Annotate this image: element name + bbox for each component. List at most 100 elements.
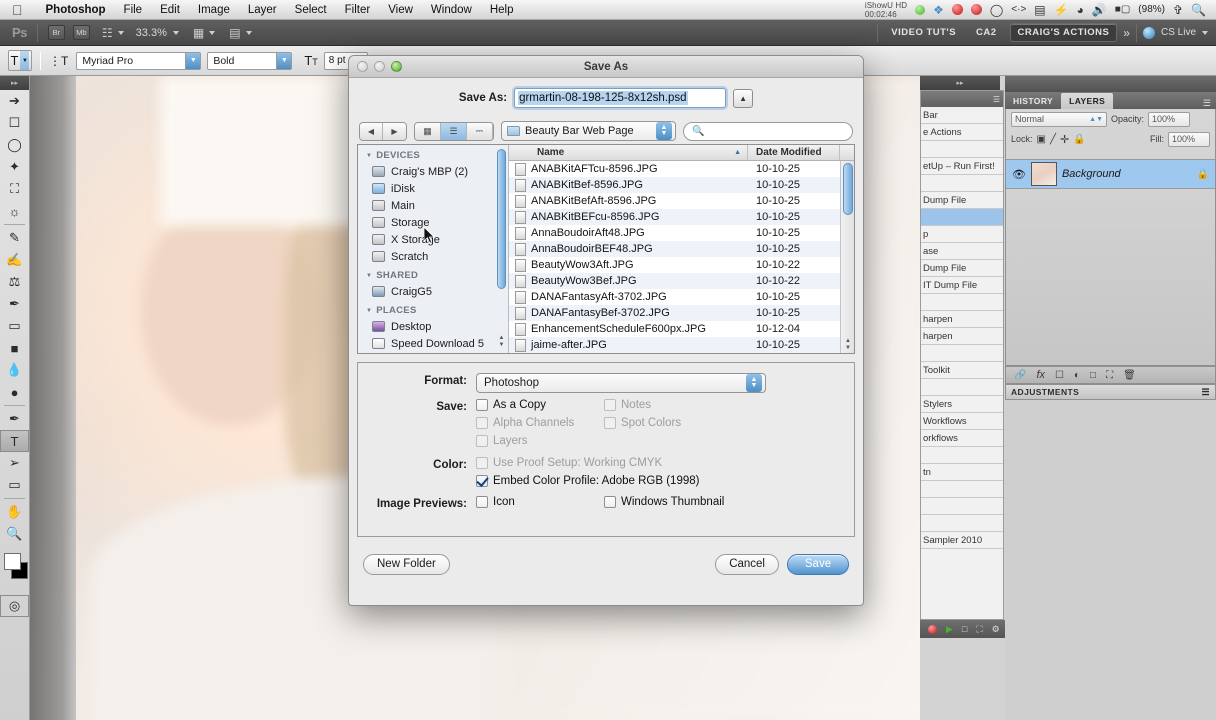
- file-list-scroll-thumb[interactable]: [843, 163, 853, 215]
- file-row[interactable]: BeautyWow3Bef.JPG 10-10-22: [509, 273, 840, 289]
- tab-history[interactable]: HISTORY: [1005, 93, 1061, 109]
- disclosure-triangle-icon[interactable]: ▼: [366, 308, 372, 314]
- minimize-button[interactable]: [374, 61, 385, 72]
- lasso-tool[interactable]: ◯: [0, 134, 29, 156]
- zoom-button[interactable]: [391, 61, 402, 72]
- sidebar-item-speed-download-5[interactable]: Speed Download 5: [358, 335, 508, 352]
- layer-style-fx-icon[interactable]: fx: [1036, 369, 1045, 381]
- save-button[interactable]: Save: [787, 553, 849, 575]
- new-action-icon[interactable]: ⛶: [976, 624, 982, 635]
- record-red-icon[interactable]: [951, 4, 963, 15]
- chevron-down-icon[interactable]: [117, 30, 124, 35]
- screen-mode-icon[interactable]: ▤: [229, 26, 240, 40]
- display-icon[interactable]: ▤: [1034, 4, 1045, 16]
- adjustment-layer-icon[interactable]: ◐: [1074, 370, 1080, 381]
- checkbox-embed-color-profile[interactable]: Embed Color Profile: Adobe RGB (1998): [476, 475, 699, 487]
- battery-icon[interactable]: ■▢: [1115, 4, 1131, 15]
- disclosure-triangle-icon[interactable]: ▼: [366, 153, 372, 159]
- action-row[interactable]: etUp – Run First!: [921, 158, 1003, 175]
- chat-bubble-icon[interactable]: ◯: [990, 4, 1003, 16]
- action-row[interactable]: p: [921, 226, 1003, 243]
- actions-panel[interactable]: ☰ Bar e Actions etUp – Run First! Dump File…: [920, 90, 1004, 620]
- action-row[interactable]: [921, 498, 1003, 515]
- more-workspaces-icon[interactable]: »: [1123, 26, 1130, 40]
- sidebar-item-craigg5[interactable]: CraigG5: [358, 283, 508, 300]
- lock-all-icon[interactable]: 🔒: [1073, 134, 1085, 145]
- file-row[interactable]: ANABKitBEFcu-8596.JPG 10-10-25: [509, 209, 840, 225]
- path-selection-tool[interactable]: ➢: [0, 452, 29, 474]
- dodge-tool[interactable]: ●: [0, 381, 29, 403]
- menu-file[interactable]: File: [115, 4, 152, 16]
- adjustments-panel-tab[interactable]: ADJUSTMENTS ☰: [1005, 384, 1216, 400]
- magic-wand-tool[interactable]: ✦: [0, 156, 29, 178]
- back-arrow-icon[interactable]: ◀: [360, 122, 383, 140]
- action-row[interactable]: harpen: [921, 311, 1003, 328]
- panel-menu-icon[interactable]: ☰: [1203, 98, 1216, 109]
- adjustments-menu-icon[interactable]: ☰: [1202, 387, 1210, 398]
- action-row[interactable]: [921, 209, 1003, 226]
- tool-preset-chevron-icon[interactable]: ▼: [20, 51, 30, 70]
- new-set-icon[interactable]: □: [962, 624, 967, 634]
- file-list-scroll-arrows[interactable]: ▲ ▼: [843, 338, 853, 352]
- file-row[interactable]: AnnaBoudoirBEF48.JPG 10-10-25: [509, 241, 840, 257]
- action-row[interactable]: Dump File: [921, 260, 1003, 277]
- action-row[interactable]: tn: [921, 464, 1003, 481]
- view-mode-segmented-control[interactable]: ▦ ☰ ⎓: [414, 121, 494, 141]
- foreground-color-swatch[interactable]: [4, 553, 21, 570]
- wifi-icon[interactable]: ◕: [1077, 4, 1084, 16]
- quick-mask-toggle[interactable]: ◎: [0, 595, 29, 617]
- sidebar-scrollbar[interactable]: ▲ ▼: [497, 149, 506, 349]
- action-row[interactable]: Bar: [921, 107, 1003, 124]
- new-group-icon[interactable]: □: [1090, 370, 1096, 381]
- sidebar-item-idisk[interactable]: iDisk: [358, 180, 508, 197]
- opacity-input[interactable]: 100%: [1148, 111, 1191, 127]
- apple-logo-icon[interactable]: : [12, 3, 23, 17]
- clone-stamp-tool[interactable]: ⚖: [0, 271, 29, 293]
- menu-image[interactable]: Image: [189, 4, 239, 16]
- checkbox-windows-thumbnail[interactable]: Windows Thumbnail: [604, 496, 724, 508]
- save-as-dialog[interactable]: Save As Save As: grmartin-08-198-125-8x1…: [348, 55, 864, 606]
- record-red-icon[interactable]: [970, 4, 982, 15]
- sidebar-item-craig-s-mbp-2[interactable]: Craig's MBP (2): [358, 163, 508, 180]
- history-brush-tool[interactable]: ✒: [0, 293, 29, 315]
- code-brackets-icon[interactable]: <·>: [1011, 4, 1026, 15]
- action-row[interactable]: [921, 175, 1003, 192]
- list-view-button[interactable]: ☰: [441, 122, 467, 140]
- gradient-tool[interactable]: ■: [0, 337, 29, 359]
- file-row[interactable]: DANAFantasyBef-3702.JPG 10-10-25: [509, 305, 840, 321]
- bluetooth-icon[interactable]: ✞: [1173, 4, 1183, 16]
- action-row[interactable]: Sampler 2010: [921, 532, 1003, 549]
- font-family-select[interactable]: Myriad Pro ▼: [76, 51, 202, 70]
- forward-arrow-icon[interactable]: ▶: [383, 122, 406, 140]
- checkbox-icon-preview[interactable]: Icon: [476, 496, 604, 508]
- file-row[interactable]: ANABKitBefAft-8596.JPG 10-10-25: [509, 193, 840, 209]
- file-row[interactable]: DANAFantasyAft-3702.JPG 10-10-25: [509, 289, 840, 305]
- panel-collapse-bar[interactable]: ▸▸: [920, 76, 1000, 90]
- lock-image-icon[interactable]: ╱: [1050, 134, 1056, 145]
- file-rows-container[interactable]: ANABKitAFTcu-8596.JPG 10-10-25 ANABKitBef-…: [509, 161, 840, 353]
- tab-layers[interactable]: LAYERS: [1061, 93, 1114, 109]
- chevron-down-icon[interactable]: [209, 30, 216, 35]
- disclosure-triangle-icon[interactable]: ▼: [366, 273, 372, 279]
- nav-back-forward[interactable]: ◀ ▶: [359, 121, 407, 141]
- cs-live-label[interactable]: CS Live: [1161, 27, 1196, 38]
- dialog-title-bar[interactable]: Save As: [349, 56, 863, 78]
- lock-position-icon[interactable]: ✛: [1060, 133, 1069, 146]
- action-row[interactable]: [921, 379, 1003, 396]
- menu-window[interactable]: Window: [422, 4, 481, 16]
- menu-view[interactable]: View: [379, 4, 422, 16]
- zoom-level[interactable]: 33.3%: [136, 27, 167, 39]
- type-tool-options-icon[interactable]: T ▼: [8, 50, 32, 71]
- marquee-tool[interactable]: ☐: [0, 112, 29, 134]
- panel-tab-strip[interactable]: HISTORY LAYERS ☰: [1005, 92, 1216, 109]
- workspace-video-tuts[interactable]: VIDEO TUT'S: [884, 24, 963, 41]
- workspace-craigs-actions[interactable]: CRAIG'S ACTIONS: [1009, 23, 1118, 42]
- font-style-select[interactable]: Bold ▼: [207, 51, 293, 70]
- new-folder-button[interactable]: New Folder: [363, 553, 450, 575]
- current-folder-select[interactable]: Beauty Bar Web Page ▲ ▼: [501, 121, 676, 141]
- eyedropper-tool[interactable]: ☼: [0, 200, 29, 222]
- hand-tool[interactable]: ✋: [0, 501, 29, 523]
- action-row[interactable]: ase: [921, 243, 1003, 260]
- layer-row-background[interactable]: 👁 Background 🔒: [1006, 159, 1215, 189]
- zoom-tool[interactable]: 🔍: [0, 523, 29, 545]
